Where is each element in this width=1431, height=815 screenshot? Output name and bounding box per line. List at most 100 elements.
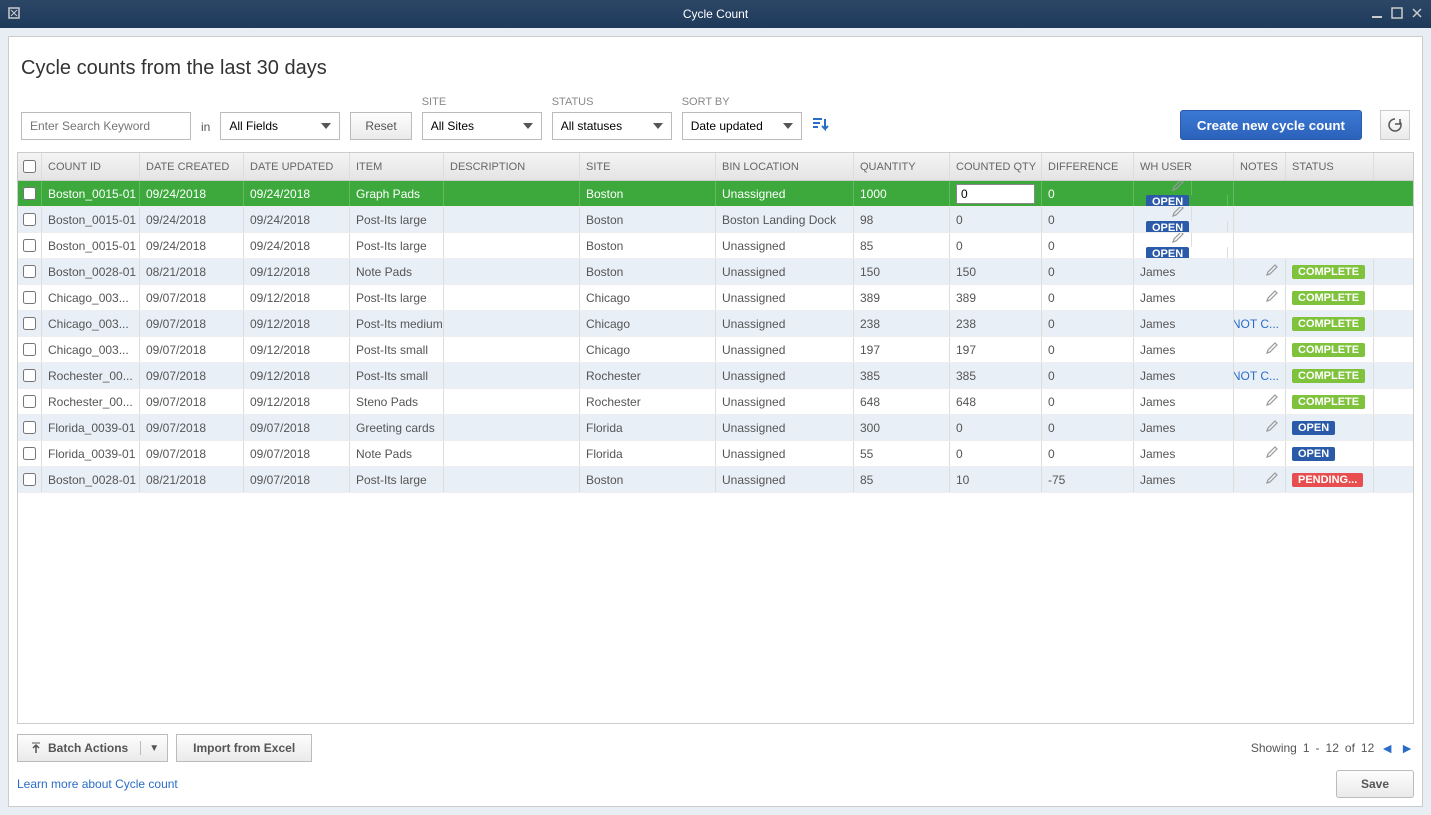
cell-bin: Unassigned — [716, 415, 854, 440]
table-row[interactable]: Boston_0028-0108/21/201809/07/2018Post-I… — [18, 467, 1413, 493]
cell-notes — [1234, 285, 1286, 310]
cell-description — [444, 259, 580, 284]
th-quantity[interactable]: QUANTITY — [854, 153, 950, 180]
pencil-icon[interactable] — [1265, 263, 1279, 280]
cell-bin: Unassigned — [716, 337, 854, 362]
cell-user: James — [1134, 467, 1234, 492]
row-checkbox[interactable] — [23, 213, 36, 226]
next-page-icon[interactable]: ► — [1400, 740, 1414, 756]
row-checkbox[interactable] — [23, 265, 36, 278]
page-title: Cycle counts from the last 30 days — [21, 57, 1414, 80]
table-row[interactable]: Boston_0015-0109/24/201809/24/2018Post-I… — [18, 207, 1413, 233]
cell-user: James — [1134, 259, 1234, 284]
cell-date-updated: 09/07/2018 — [244, 441, 350, 466]
save-button[interactable]: Save — [1336, 770, 1414, 798]
cell-status: COMPLETE — [1286, 363, 1374, 388]
th-date-created[interactable]: DATE CREATED — [140, 153, 244, 180]
th-count-id[interactable]: COUNT ID — [42, 153, 140, 180]
batch-actions-button[interactable]: Batch Actions ▼ — [17, 734, 168, 762]
th-wh-user[interactable]: WH USER — [1134, 153, 1234, 180]
th-notes[interactable]: NOTES — [1234, 153, 1286, 180]
pencil-icon[interactable] — [1171, 233, 1185, 247]
cell-count-id: Chicago_003... — [42, 337, 140, 362]
sort-select[interactable]: Date updated — [682, 112, 802, 140]
pencil-icon[interactable] — [1171, 181, 1185, 195]
site-select[interactable]: All Sites — [422, 112, 542, 140]
search-input[interactable] — [21, 112, 191, 140]
cell-site: Boston — [580, 259, 716, 284]
table-row[interactable]: Florida_0039-0109/07/201809/07/2018Greet… — [18, 415, 1413, 441]
cell-item: Greeting cards — [350, 415, 444, 440]
row-checkbox[interactable] — [23, 187, 36, 200]
window-resize-icon[interactable] — [8, 7, 20, 22]
cell-notes — [1140, 207, 1192, 221]
cell-difference: 0 — [1042, 311, 1134, 336]
status-select[interactable]: All statuses — [552, 112, 672, 140]
row-checkbox[interactable] — [23, 473, 36, 486]
fields-select[interactable]: All Fields — [220, 112, 340, 140]
cell-difference: 0 — [1042, 259, 1134, 284]
cell-bin: Unassigned — [716, 233, 854, 258]
table-row[interactable]: Chicago_003...09/07/201809/12/2018Post-I… — [18, 337, 1413, 363]
prev-page-icon[interactable]: ◄ — [1380, 740, 1394, 756]
table-row[interactable]: Florida_0039-0109/07/201809/07/2018Note … — [18, 441, 1413, 467]
cell-notes — [1234, 259, 1286, 284]
notes-link[interactable]: NOT C... — [1234, 369, 1279, 383]
row-checkbox[interactable] — [23, 369, 36, 382]
refresh-button[interactable] — [1380, 110, 1410, 140]
th-description[interactable]: DESCRIPTION — [444, 153, 580, 180]
table-row[interactable]: Rochester_00...09/07/201809/12/2018Post-… — [18, 363, 1413, 389]
table-row[interactable]: Boston_0015-0109/24/201809/24/2018Post-I… — [18, 233, 1413, 259]
table-row[interactable]: Chicago_003...09/07/201809/12/2018Post-I… — [18, 311, 1413, 337]
notes-link[interactable]: NOT C... — [1234, 317, 1279, 331]
row-checkbox[interactable] — [23, 395, 36, 408]
pencil-icon[interactable] — [1265, 445, 1279, 462]
cell-description — [444, 389, 580, 414]
th-item[interactable]: ITEM — [350, 153, 444, 180]
learn-more-link[interactable]: Learn more about Cycle count — [17, 777, 178, 791]
table-row[interactable]: Chicago_003...09/07/201809/12/2018Post-I… — [18, 285, 1413, 311]
pencil-icon[interactable] — [1265, 419, 1279, 436]
row-checkbox[interactable] — [23, 421, 36, 434]
maximize-icon[interactable] — [1391, 7, 1403, 22]
cell-notes — [1234, 415, 1286, 440]
table-row[interactable]: Rochester_00...09/07/201809/12/2018Steno… — [18, 389, 1413, 415]
cell-user: James — [1134, 389, 1234, 414]
pencil-icon[interactable] — [1171, 207, 1185, 221]
cell-bin: Unassigned — [716, 467, 854, 492]
table-row[interactable]: Boston_0015-0109/24/201809/24/2018Graph … — [18, 181, 1413, 207]
th-counted-qty[interactable]: COUNTED QTY — [950, 153, 1042, 180]
select-all-checkbox[interactable] — [23, 160, 36, 173]
row-checkbox[interactable] — [23, 239, 36, 252]
cell-user: James — [1134, 415, 1234, 440]
pencil-icon[interactable] — [1265, 471, 1279, 488]
cell-item: Post-Its large — [350, 467, 444, 492]
row-checkbox[interactable] — [23, 447, 36, 460]
import-excel-button[interactable]: Import from Excel — [176, 734, 312, 762]
pencil-icon[interactable] — [1265, 289, 1279, 306]
th-difference[interactable]: DIFFERENCE — [1042, 153, 1134, 180]
th-bin-location[interactable]: BIN LOCATION — [716, 153, 854, 180]
pencil-icon[interactable] — [1265, 341, 1279, 358]
th-status[interactable]: STATUS — [1286, 153, 1374, 180]
cycle-count-table: COUNT ID DATE CREATED DATE UPDATED ITEM … — [17, 152, 1414, 724]
sort-order-icon[interactable] — [812, 117, 830, 140]
sort-filter-label: SORT BY — [682, 96, 802, 108]
cell-description — [444, 441, 580, 466]
cell-qty: 85 — [854, 467, 950, 492]
close-icon[interactable] — [1411, 7, 1423, 22]
reset-button[interactable]: Reset — [350, 112, 411, 140]
create-cycle-count-button[interactable]: Create new cycle count — [1180, 110, 1362, 140]
cell-notes: NOT C... — [1234, 363, 1286, 388]
counted-qty-input[interactable] — [956, 184, 1035, 204]
row-checkbox[interactable] — [23, 317, 36, 330]
th-site[interactable]: SITE — [580, 153, 716, 180]
th-date-updated[interactable]: DATE UPDATED — [244, 153, 350, 180]
row-checkbox[interactable] — [23, 291, 36, 304]
cell-date-created: 09/24/2018 — [140, 233, 244, 258]
row-checkbox[interactable] — [23, 343, 36, 356]
cell-notes — [1234, 389, 1286, 414]
pencil-icon[interactable] — [1265, 393, 1279, 410]
minimize-icon[interactable] — [1371, 7, 1383, 22]
table-row[interactable]: Boston_0028-0108/21/201809/12/2018Note P… — [18, 259, 1413, 285]
